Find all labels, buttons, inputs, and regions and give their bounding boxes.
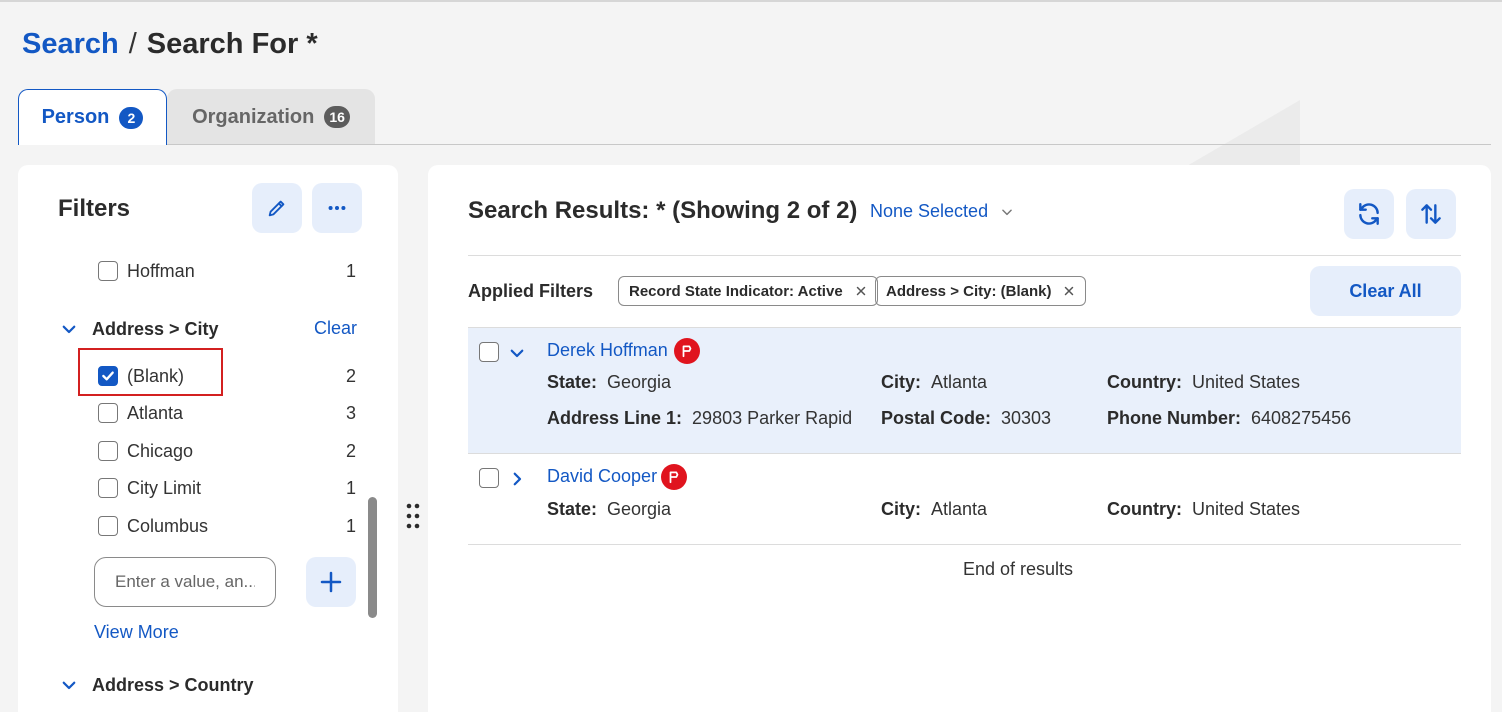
filter-option-count: 1 xyxy=(345,477,356,498)
plus-icon xyxy=(320,571,342,593)
refresh-icon xyxy=(1359,203,1379,225)
record-field-state: State: Georgia xyxy=(547,372,672,392)
breadcrumb-separator: / xyxy=(128,28,137,60)
tab-organization-label: Organization xyxy=(192,105,315,128)
filter-section-title: Address > City xyxy=(92,318,219,339)
filter-option-blank[interactable]: (Blank) 2 xyxy=(98,361,356,391)
filter-option-columbus[interactable]: Columbus 1 xyxy=(98,511,356,541)
filter-option-count: 2 xyxy=(345,440,356,461)
record-field-address-line-1: Address Line 1: 29803 Parker Rapid xyxy=(547,408,853,428)
more-icon xyxy=(328,205,346,211)
applied-filters-label: Applied Filters xyxy=(468,281,594,301)
record-name-link[interactable]: Derek Hoffman xyxy=(547,340,668,361)
filter-chip-record-state: Record State Indicator: Active xyxy=(618,276,878,306)
flag-icon xyxy=(661,464,687,490)
tab-organization-count-badge: 16 xyxy=(324,106,350,128)
view-more-link[interactable]: View More xyxy=(94,622,179,643)
chevron-down-icon xyxy=(60,320,78,338)
record-field-city: City: Atlanta xyxy=(881,372,988,392)
end-of-results-text: End of results xyxy=(962,559,1074,579)
filter-checkbox[interactable] xyxy=(98,478,118,498)
close-icon[interactable] xyxy=(1063,285,1075,297)
record-field-country: Country: United States xyxy=(1107,372,1301,392)
record-field-phone-number: Phone Number: 6408275456 xyxy=(1107,408,1352,428)
sort-icon xyxy=(1421,204,1441,224)
filter-checkbox[interactable] xyxy=(98,516,118,536)
entity-tabs: Person 2 Organization 16 xyxy=(18,89,375,145)
filter-option-count: 3 xyxy=(345,402,356,423)
chevron-right-icon[interactable] xyxy=(508,470,526,488)
results-title: Search Results: * (Showing 2 of 2) xyxy=(468,197,858,224)
filter-option-label: Hoffman xyxy=(127,260,195,281)
background-shape xyxy=(1180,100,1300,170)
filters-panel: Filters Hoffman 1 Address > City Clear (… xyxy=(18,165,398,712)
filter-option-count: 2 xyxy=(345,365,356,386)
filter-option-label: Chicago xyxy=(127,440,194,461)
more-options-button[interactable] xyxy=(312,183,362,233)
filter-option-city-limit[interactable]: City Limit 1 xyxy=(98,473,356,503)
filter-checkbox[interactable] xyxy=(98,261,118,281)
tab-person[interactable]: Person 2 xyxy=(18,89,167,145)
filter-option-chicago[interactable]: Chicago 2 xyxy=(98,436,356,466)
row-checkbox[interactable] xyxy=(479,342,499,362)
result-row[interactable]: David Cooper State: Georgia City: Atlanta … xyxy=(468,454,1461,544)
breadcrumb: Search / Search For * xyxy=(22,28,318,61)
city-value-input[interactable] xyxy=(94,557,276,607)
selection-dropdown-label: None Selected xyxy=(870,201,989,221)
record-name-link[interactable]: David Cooper xyxy=(547,466,657,487)
flag-icon xyxy=(674,338,700,364)
filter-section-address-country[interactable]: Address > Country xyxy=(60,670,254,700)
record-field-state: State: Georgia xyxy=(547,499,672,519)
filters-title: Filters xyxy=(58,195,131,222)
filter-option-hoffman[interactable]: Hoffman 1 xyxy=(98,256,356,286)
chevron-down-icon xyxy=(1000,205,1014,219)
page-title: Search For * xyxy=(146,28,318,60)
refresh-button[interactable] xyxy=(1344,189,1394,239)
filter-option-count: 1 xyxy=(345,260,356,281)
tab-person-count-badge: 2 xyxy=(119,106,144,129)
results-panel: Search Results: * (Showing 2 of 2) None … xyxy=(428,165,1491,712)
filter-section-title: Address > Country xyxy=(92,674,254,695)
clear-all-button[interactable]: Clear All xyxy=(1310,266,1461,316)
pencil-icon xyxy=(268,200,285,217)
filter-checkbox[interactable] xyxy=(98,403,118,423)
tabs-divider xyxy=(167,144,1491,145)
row-checkbox[interactable] xyxy=(479,468,499,488)
filter-option-label: City Limit xyxy=(127,477,202,498)
filter-option-label: Atlanta xyxy=(127,402,184,423)
add-city-value-button[interactable] xyxy=(306,557,356,607)
chevron-down-icon[interactable] xyxy=(508,344,526,362)
filter-checkbox-checked[interactable] xyxy=(98,366,118,386)
check-icon xyxy=(102,371,114,381)
filter-chip-label: Address > City: (Blank) xyxy=(886,282,1052,300)
filter-checkbox[interactable] xyxy=(98,441,118,461)
divider xyxy=(468,255,1461,256)
record-field-postal-code: Postal Code: 30303 xyxy=(881,408,1052,428)
filters-scrollbar[interactable] xyxy=(368,497,377,618)
result-row[interactable]: Derek Hoffman State: Georgia City: Atlanta… xyxy=(468,328,1461,453)
sort-button[interactable] xyxy=(1406,189,1456,239)
selection-dropdown[interactable]: None Selected xyxy=(870,201,1014,222)
filter-chip-label: Record State Indicator: Active xyxy=(629,282,843,300)
filter-option-label: Columbus xyxy=(127,515,209,536)
filter-option-label: (Blank) xyxy=(127,365,185,386)
top-divider xyxy=(0,0,1502,2)
chevron-down-icon xyxy=(60,676,78,694)
filter-chip-address-city: Address > City: (Blank) xyxy=(875,276,1087,306)
tab-person-label: Person xyxy=(41,106,110,128)
tab-organization[interactable]: Organization 16 xyxy=(167,89,375,145)
filter-option-count: 1 xyxy=(345,515,356,536)
filter-section-address-city[interactable]: Address > City xyxy=(60,314,219,344)
edit-filters-button[interactable] xyxy=(252,183,302,233)
record-field-city: City: Atlanta xyxy=(881,499,988,519)
record-field-country: Country: United States xyxy=(1107,499,1301,519)
drag-handle-icon[interactable] xyxy=(406,502,420,532)
divider xyxy=(468,544,1461,545)
close-icon[interactable] xyxy=(855,285,867,297)
breadcrumb-search-link[interactable]: Search xyxy=(22,28,119,61)
filter-option-atlanta[interactable]: Atlanta 3 xyxy=(98,398,356,428)
clear-city-filter-link[interactable]: Clear xyxy=(314,318,357,339)
